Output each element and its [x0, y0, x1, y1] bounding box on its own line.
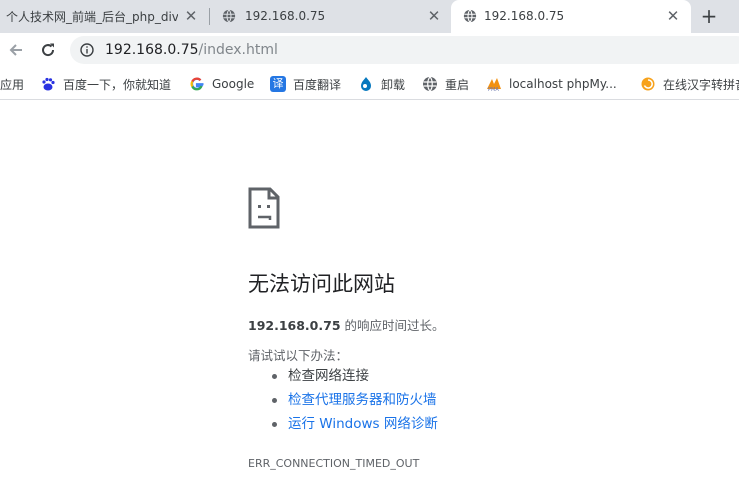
tab-3-active[interactable]: 192.168.0.75 ✕ [451, 0, 691, 33]
bookmark-label: Google [212, 77, 255, 91]
tab-3-title: 192.168.0.75 [484, 9, 565, 23]
bookmark-restart[interactable]: 重启 [422, 76, 469, 92]
error-description-text: 的响应时间过长。 [340, 318, 445, 333]
error-code: ERR_CONNECTION_TIMED_OUT [248, 457, 420, 470]
check-proxy-firewall-link[interactable]: 检查代理服务器和防火墙 [288, 392, 437, 408]
error-page: 无法访问此网站 192.168.0.75 的响应时间过长。 请试试以下办法： 检… [0, 100, 739, 492]
suggestion-text: 检查网络连接 [288, 368, 369, 384]
bookmark-uninstall[interactable]: 卸载 [358, 76, 405, 92]
url-host: 192.168.0.75 [105, 42, 199, 58]
bookmark-label: localhost phpMy... [509, 77, 617, 91]
address-bar[interactable]: 192.168.0.75/index.html [70, 36, 739, 64]
new-tab-button[interactable]: + [697, 6, 721, 28]
tab-3-close-icon[interactable]: ✕ [665, 8, 681, 24]
reload-button[interactable] [37, 39, 59, 61]
info-icon[interactable] [80, 43, 94, 57]
tab-1-title: 个人技术网_前端_后台_php_div_ [6, 10, 178, 24]
bookmark-pinyin[interactable]: 在线汉字转拼音 [640, 76, 739, 92]
bookmarks-bar: 应用 百度一下，你就知道 Google 译 百度翻译 卸载 重启 PMA loc… [0, 69, 739, 100]
bookmark-phpmyadmin[interactable]: PMA localhost phpMy... [486, 76, 617, 92]
baidu-translate-icon: 译 [270, 76, 286, 92]
sad-page-icon [248, 187, 280, 229]
google-g-icon [190, 77, 204, 91]
drupal-drop-icon [361, 77, 371, 91]
tab-2-title: 192.168.0.75 [245, 9, 326, 23]
error-title: 无法访问此网站 [248, 272, 395, 296]
tab-1[interactable]: 个人技术网_前端_后台_php_div_ ✕ [0, 0, 208, 33]
url-text[interactable]: 192.168.0.75/index.html [105, 42, 278, 58]
bookmark-label: 应用 [0, 77, 25, 92]
globe-icon [463, 9, 477, 23]
bullet [272, 398, 277, 403]
suggestions-list: 检查网络连接 检查代理服务器和防火墙 运行 Windows 网络诊断 [270, 364, 438, 436]
error-description: 192.168.0.75 的响应时间过长。 [248, 315, 445, 334]
pinyin-swirl-icon [641, 77, 655, 91]
reload-icon [42, 43, 55, 57]
bullet [272, 374, 277, 379]
suggestion-run-diagnostics[interactable]: 运行 Windows 网络诊断 [270, 412, 438, 436]
error-host: 192.168.0.75 [248, 318, 341, 333]
tab-2-close-icon[interactable]: ✕ [426, 8, 442, 24]
bookmark-baidu[interactable]: 百度一下，你就知道 [40, 76, 171, 92]
bookmark-label: 在线汉字转拼音 [663, 77, 739, 92]
bookmark-label: 百度翻译 [293, 77, 342, 92]
bookmark-label: 重启 [445, 77, 470, 92]
suggestions-heading: 请试试以下办法： [248, 348, 349, 363]
svg-text:PMA: PMA [488, 87, 499, 92]
bullet [272, 422, 277, 427]
suggestion-check-network: 检查网络连接 [270, 364, 438, 388]
phpmyadmin-icon: PMA [487, 78, 501, 92]
bookmark-apps[interactable]: 应用 [0, 76, 24, 92]
globe-icon [423, 76, 437, 92]
arrow-left-icon [9, 44, 22, 56]
bookmark-baidu-translate[interactable]: 译 百度翻译 [270, 76, 341, 92]
bookmark-label: 卸载 [381, 77, 406, 92]
suggestion-check-proxy[interactable]: 检查代理服务器和防火墙 [270, 388, 438, 412]
tab-1-close-icon[interactable]: ✕ [183, 8, 199, 24]
toolbar: 192.168.0.75/index.html [0, 33, 739, 69]
globe-icon [222, 9, 236, 23]
run-network-diagnostics-link[interactable]: 运行 Windows 网络诊断 [288, 416, 438, 432]
tab-strip: 个人技术网_前端_后台_php_div_ ✕ 192.168.0.75 ✕ 19… [0, 0, 739, 33]
bookmark-google[interactable]: Google [189, 76, 254, 92]
bookmark-label: 百度一下，你就知道 [63, 77, 172, 92]
tab-2[interactable]: 192.168.0.75 ✕ [210, 0, 450, 33]
baidu-paw-icon [42, 77, 55, 91]
url-path: /index.html [198, 42, 278, 58]
back-button[interactable] [5, 39, 27, 61]
